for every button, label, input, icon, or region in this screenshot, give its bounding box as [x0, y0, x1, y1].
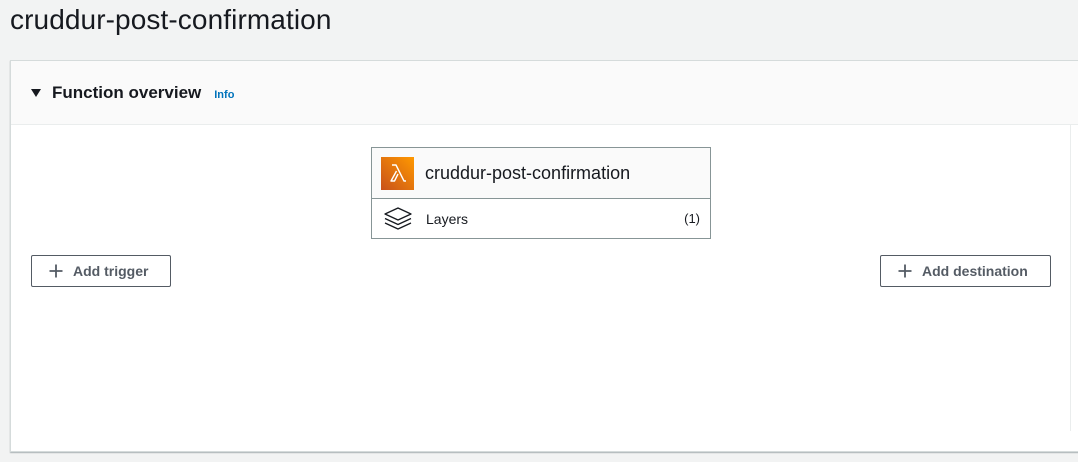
function-card-header: cruddur-post-confirmation [372, 148, 710, 199]
plus-icon [49, 264, 63, 278]
add-trigger-label: Add trigger [73, 263, 149, 279]
function-card: cruddur-post-confirmation Layers (1) [371, 147, 711, 239]
layers-row[interactable]: Layers (1) [372, 199, 710, 238]
add-trigger-button[interactable]: Add trigger [31, 255, 171, 287]
caret-down-icon[interactable] [31, 88, 41, 97]
layers-icon [383, 206, 413, 232]
lambda-icon [381, 156, 414, 190]
page-title: cruddur-post-confirmation [10, 4, 332, 35]
add-destination-button[interactable]: Add destination [880, 255, 1051, 287]
function-overview-panel: Function overview Info cruddur-post-conf… [10, 60, 1078, 452]
function-overview-title[interactable]: Function overview [52, 83, 201, 103]
layers-label: Layers [426, 210, 469, 227]
info-link[interactable]: Info [214, 89, 234, 101]
function-overview-header[interactable]: Function overview Info [11, 61, 1078, 125]
plus-icon [898, 264, 912, 278]
function-name: cruddur-post-confirmation [425, 162, 631, 183]
add-destination-label: Add destination [922, 263, 1028, 279]
function-diagram: cruddur-post-confirmation Layers (1) Add… [11, 125, 1071, 431]
layers-count: (1) [684, 211, 700, 226]
